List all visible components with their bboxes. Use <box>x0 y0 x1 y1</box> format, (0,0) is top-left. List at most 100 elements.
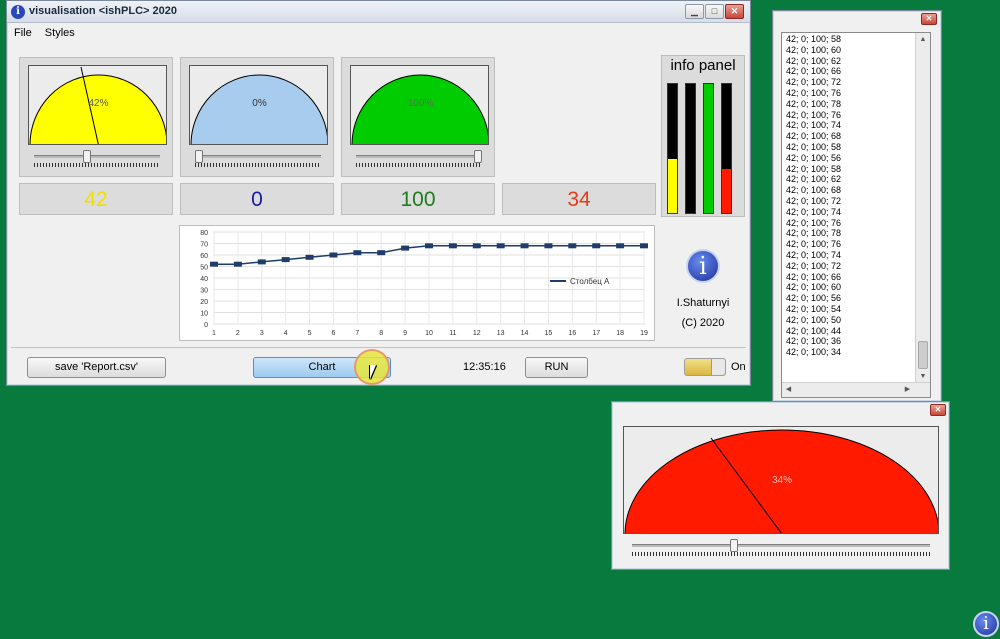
x-tick-label: 7 <box>355 330 359 337</box>
log-hscrollbar[interactable]: ◀ ▶ <box>782 382 930 397</box>
data-point <box>377 250 386 256</box>
log-line: 42; 0; 100; 54 <box>786 303 842 314</box>
log-line: 42; 0; 100; 58 <box>786 34 842 44</box>
big-gauge-slider[interactable] <box>632 539 930 558</box>
log-line: 42; 0; 100; 58 <box>786 163 842 174</box>
x-tick-label: 3 <box>260 330 264 337</box>
menu-file[interactable]: File <box>14 27 32 39</box>
data-point <box>233 261 242 267</box>
log-list[interactable]: 42; 0; 100; 58 42; 0; 100; 60 42; 0; 100; … <box>781 32 931 398</box>
log-line: 42; 0; 100; 76 <box>786 217 842 228</box>
log-line: 42; 0; 100; 78 <box>786 98 842 109</box>
log-line: 42; 0; 100; 78 <box>786 228 842 239</box>
x-tick-label: 16 <box>568 330 576 337</box>
value-display-2: 0 <box>180 183 334 215</box>
big-gauge-slider-thumb[interactable] <box>730 539 738 552</box>
run-button[interactable]: RUN <box>525 357 588 378</box>
maximize-button[interactable]: □ <box>705 4 724 19</box>
led-bar-1-fill <box>668 158 677 213</box>
data-point <box>210 261 218 267</box>
gauge-2-slider-thumb[interactable] <box>195 150 203 163</box>
x-tick-label: 11 <box>449 330 456 337</box>
data-point <box>448 243 457 249</box>
gauge-1-fill <box>29 74 166 144</box>
log-line: 42; 0; 100; 72 <box>786 77 842 88</box>
y-tick-label: 0 <box>204 322 208 329</box>
x-tick-label: 5 <box>308 330 312 337</box>
gauge-3-slider[interactable] <box>356 150 482 169</box>
gauge-3-slider-ticks <box>356 163 482 167</box>
y-tick-label: 60 <box>200 253 208 260</box>
led-bar-1 <box>667 83 678 214</box>
log-line: 42; 0; 100; 60 <box>786 282 842 293</box>
data-point <box>616 243 625 249</box>
log-vscroll-thumb[interactable] <box>918 341 928 369</box>
gauge-2-fill <box>190 74 327 144</box>
data-point <box>257 259 266 265</box>
log-title-bar[interactable] <box>773 11 941 30</box>
log-lines: 42; 0; 100; 58 42; 0; 100; 60 42; 0; 100; … <box>786 34 841 358</box>
on-toggle[interactable] <box>684 358 726 376</box>
log-line: 42; 0; 100; 62 <box>786 55 842 66</box>
data-point <box>305 254 314 260</box>
on-toggle-label: On <box>731 361 746 373</box>
data-point <box>353 250 362 256</box>
save-report-button[interactable]: save 'Report.csv' <box>27 357 166 378</box>
author-info-icon[interactable]: i <box>686 249 720 283</box>
big-gauge-window: ✕ 34% <box>611 401 950 570</box>
close-button[interactable]: ✕ <box>725 4 744 19</box>
data-point <box>520 243 529 249</box>
data-point <box>544 243 553 249</box>
menu-styles[interactable]: Styles <box>45 27 75 39</box>
gauge-2-slider-ticks <box>195 163 321 167</box>
gauge-1-label: 42% <box>88 98 108 109</box>
x-tick-label: 4 <box>284 330 288 337</box>
main-title-bar[interactable]: i visualisation <ishPLC> 2020 ▁ □ ✕ <box>7 1 750 23</box>
big-gauge-label: 34% <box>772 475 792 486</box>
y-tick-label: 70 <box>200 242 208 249</box>
big-gauge-close-button[interactable]: ✕ <box>930 404 946 416</box>
log-close-button[interactable]: ✕ <box>921 13 937 25</box>
log-line: 42; 0; 100; 44 <box>786 325 842 336</box>
gauge-3-fill <box>351 74 488 144</box>
data-point <box>640 243 648 249</box>
gauge-2-label: 0% <box>252 98 267 109</box>
gauge-3-slider-thumb[interactable] <box>474 150 482 163</box>
log-line: 42; 0; 100; 66 <box>786 271 842 282</box>
gauge-1-slider[interactable] <box>34 150 160 169</box>
scroll-right-arrow-icon[interactable]: ▶ <box>901 383 914 397</box>
minimize-button[interactable]: ▁ <box>685 4 704 19</box>
log-line: 42; 0; 100; 56 <box>786 293 842 304</box>
chart-panel: 0 10 20 30 40 50 60 70 80 1 2 3 4 5 6 7 8 9 10 11 12 13 14 15 16… <box>179 225 655 341</box>
led-bar-4 <box>721 83 732 214</box>
log-line: 42; 0; 100; 74 <box>786 120 842 131</box>
gauge-1: 42% <box>28 65 167 145</box>
log-window: ✕ 42; 0; 100; 58 42; 0; 100; 60 42; 0; 100… <box>772 10 942 402</box>
log-line: 42; 0; 100; 56 <box>786 152 842 163</box>
log-line: 42; 0; 100; 68 <box>786 131 842 142</box>
gauge-1-slider-thumb[interactable] <box>83 150 91 163</box>
scroll-left-arrow-icon[interactable]: ◀ <box>782 383 795 397</box>
big-gauge: 34% <box>623 426 939 534</box>
x-tick-label: 13 <box>497 330 505 337</box>
gauge-2-slider[interactable] <box>195 150 321 169</box>
log-vscrollbar[interactable]: ▲ ▼ <box>915 33 930 383</box>
scroll-up-arrow-icon[interactable]: ▲ <box>916 33 930 46</box>
log-line: 42; 0; 100; 62 <box>786 174 842 185</box>
menu-bar: File Styles <box>7 23 750 42</box>
data-point <box>425 243 433 249</box>
gauge-3: 100% <box>350 65 489 145</box>
x-tick-label: 12 <box>473 330 481 337</box>
x-tick-label: 1 <box>212 330 216 337</box>
desktop-info-icon[interactable]: i <box>973 611 999 637</box>
data-point <box>472 243 481 249</box>
bottom-divider <box>11 347 746 348</box>
y-tick-label: 40 <box>200 276 208 283</box>
x-tick-label: 2 <box>236 330 240 337</box>
log-line: 42; 0; 100; 74 <box>786 206 842 217</box>
gauge-2-slider-track <box>195 155 321 158</box>
clock: 12:35:16 <box>463 361 506 373</box>
big-gauge-title-bar[interactable] <box>612 402 949 420</box>
line-chart: 010203040506070801 2 3 4 5 6 7 8 9 10 11 12 13 14 15 16… <box>200 230 648 337</box>
log-line: 42; 0; 100; 74 <box>786 249 842 260</box>
